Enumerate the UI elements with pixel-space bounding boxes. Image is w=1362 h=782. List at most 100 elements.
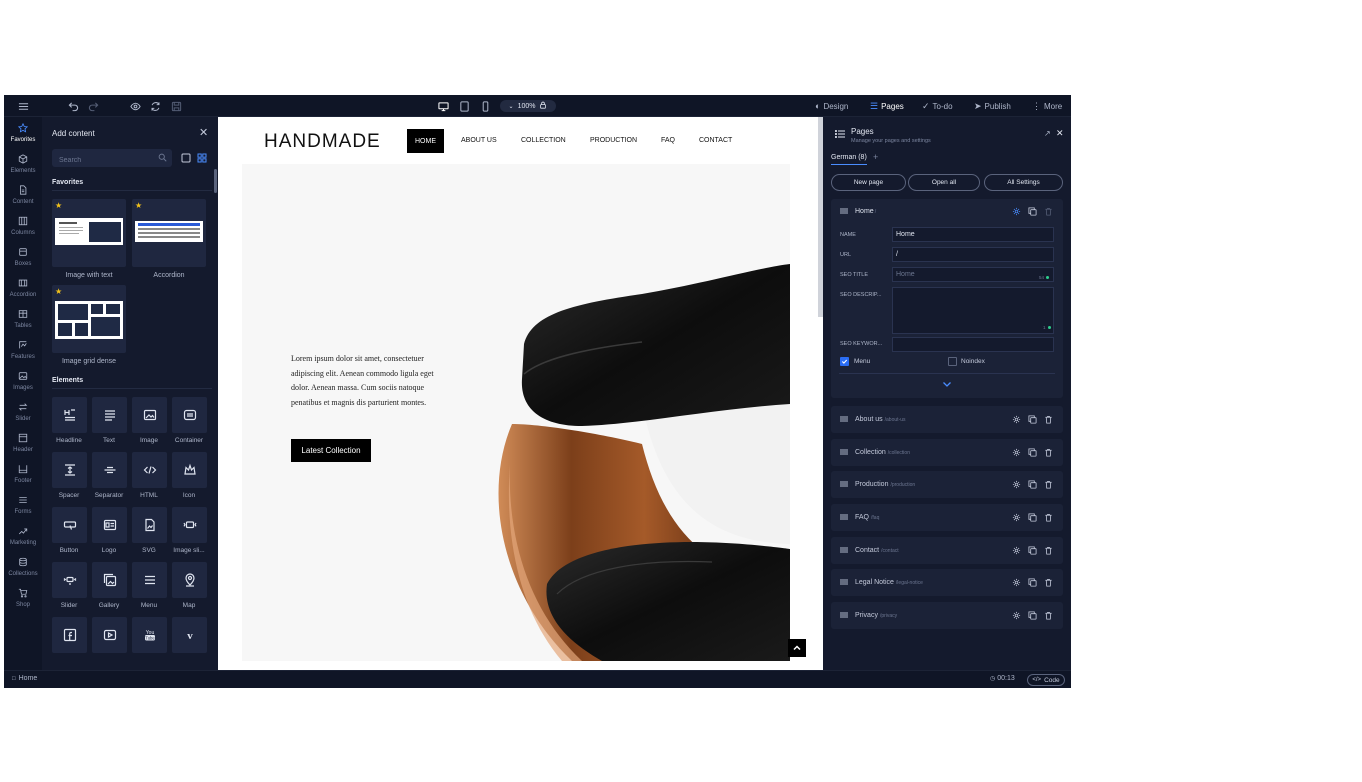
rail-item-header[interactable]: Header (4, 431, 42, 459)
element-tile-container[interactable] (172, 397, 207, 433)
element-tile-html[interactable] (132, 452, 167, 488)
rail-item-tables[interactable]: Tables (4, 307, 42, 335)
copy-icon[interactable] (1028, 578, 1037, 587)
rail-item-slider[interactable]: Slider (4, 400, 42, 428)
redo-icon[interactable] (88, 95, 99, 117)
element-tile-text[interactable] (92, 397, 127, 433)
refresh-icon[interactable] (150, 95, 161, 117)
pages-button[interactable]: ☰ Pages (870, 95, 904, 117)
settings-icon[interactable] (1012, 480, 1021, 489)
rail-item-elements[interactable]: Elements (4, 152, 42, 180)
copy-icon[interactable] (1028, 207, 1037, 216)
trash-icon[interactable] (1044, 513, 1053, 522)
current-page-indicator[interactable]: □ Home (12, 675, 37, 682)
latest-collection-button[interactable]: Latest Collection (291, 439, 371, 462)
page-row-legal-notice[interactable]: Legal Notice/legal-notice (831, 569, 1063, 596)
panel-scrollbar[interactable] (214, 169, 217, 193)
page-name-input[interactable]: Home (892, 227, 1054, 242)
close-icon[interactable]: ✕ (199, 126, 208, 139)
rail-item-accordion[interactable]: Accordion (4, 276, 42, 304)
rail-item-content[interactable]: Content (4, 183, 42, 211)
menu-checkbox[interactable] (840, 357, 849, 366)
star-icon[interactable]: ★ (135, 201, 142, 210)
element-tile-headline[interactable] (52, 397, 87, 433)
rail-item-footer[interactable]: Footer (4, 462, 42, 490)
element-tile-image-slider[interactable] (172, 507, 207, 543)
rail-item-marketing[interactable]: Marketing (4, 524, 42, 552)
more-button[interactable]: ⋮ More (1032, 95, 1062, 117)
seo-title-input[interactable]: Home (892, 267, 1054, 282)
rail-item-forms[interactable]: Forms (4, 493, 42, 521)
page-url-input[interactable]: / (892, 247, 1054, 262)
trash-icon[interactable] (1044, 578, 1053, 587)
hero-section[interactable]: Lorem ipsum dolor sit amet, consectetuer… (242, 164, 790, 661)
rail-item-images[interactable]: Images (4, 369, 42, 397)
element-tile-image[interactable] (132, 397, 167, 433)
drag-handle-icon[interactable] (840, 416, 848, 422)
page-name[interactable]: Legal Notice/legal-notice (855, 579, 923, 586)
search-icon[interactable] (158, 153, 167, 162)
nav-link-about-us[interactable]: ABOUT US (461, 137, 497, 144)
element-tile-youtube[interactable]: You Tube (132, 617, 167, 653)
trash-icon[interactable] (1044, 415, 1053, 424)
all-settings-button[interactable]: All Settings (984, 174, 1063, 191)
trash-icon[interactable] (1044, 611, 1053, 620)
copy-icon[interactable] (1028, 480, 1037, 489)
nav-link-home[interactable]: HOME (407, 129, 444, 153)
grid-view-icon[interactable] (197, 153, 207, 163)
element-tile-vimeo[interactable]: v (172, 617, 207, 653)
element-tile-slider[interactable] (52, 562, 87, 598)
publish-button[interactable]: ➤ Publish (974, 95, 1011, 117)
rail-item-boxes[interactable]: Boxes (4, 245, 42, 273)
page-name[interactable]: About us/about-us (855, 416, 906, 423)
design-button[interactable]: ◐ Design (815, 95, 848, 117)
open-all-button[interactable]: Open all (908, 174, 980, 191)
element-tile-button[interactable] (52, 507, 87, 543)
expand-icon[interactable]: ↗ (1044, 129, 1051, 138)
copy-icon[interactable] (1028, 415, 1037, 424)
rail-item-features[interactable]: Features (4, 338, 42, 366)
tablet-view-icon[interactable] (459, 95, 470, 117)
drag-handle-icon[interactable] (840, 547, 848, 553)
element-tile-logo[interactable] (92, 507, 127, 543)
tab-language-german[interactable]: German (8) (831, 154, 867, 165)
element-tile-facebook[interactable] (52, 617, 87, 653)
search-input[interactable] (52, 151, 152, 170)
rail-item-favorites[interactable]: Favorites (4, 121, 42, 149)
drag-handle-icon[interactable] (840, 208, 848, 214)
favorite-card-accordion[interactable]: ★ (132, 199, 206, 267)
element-tile-icon[interactable] (172, 452, 207, 488)
star-icon[interactable]: ★ (55, 201, 62, 210)
rail-item-shop[interactable]: Shop (4, 586, 42, 614)
settings-icon[interactable] (1012, 578, 1021, 587)
page-row-faq[interactable]: FAQ/faq (831, 504, 1063, 531)
lock-icon[interactable] (539, 101, 547, 111)
settings-icon[interactable] (1012, 448, 1021, 457)
rail-item-collections[interactable]: Collections (4, 555, 42, 583)
element-tile-gallery[interactable] (92, 562, 127, 598)
settings-icon[interactable] (1012, 513, 1021, 522)
copy-icon[interactable] (1028, 611, 1037, 620)
element-tile-menu[interactable] (132, 562, 167, 598)
element-tile-video[interactable] (92, 617, 127, 653)
code-button[interactable]: </> Code (1027, 674, 1065, 686)
settings-icon[interactable] (1012, 415, 1021, 424)
zoom-selector[interactable]: ⌄ 100% (500, 100, 556, 112)
drag-handle-icon[interactable] (840, 514, 848, 520)
drag-handle-icon[interactable] (840, 449, 848, 455)
undo-icon[interactable] (68, 95, 79, 117)
page-name[interactable]: FAQ/faq (855, 514, 879, 521)
page-row-collection[interactable]: Collection/collection (831, 439, 1063, 466)
nav-link-production[interactable]: PRODUCTION (590, 137, 637, 144)
trash-icon[interactable] (1044, 448, 1053, 457)
close-icon[interactable]: ✕ (1056, 128, 1064, 139)
element-tile-separator[interactable] (92, 452, 127, 488)
element-tile-svg[interactable] (132, 507, 167, 543)
site-logo[interactable]: HANDMADE (264, 131, 381, 153)
page-name[interactable]: Privacy/privacy (855, 612, 897, 619)
copy-icon[interactable] (1028, 546, 1037, 555)
rail-item-columns[interactable]: Columns (4, 214, 42, 242)
mobile-view-icon[interactable] (480, 95, 491, 117)
trash-icon[interactable] (1044, 480, 1053, 489)
todo-button[interactable]: ✓ To-do (922, 95, 953, 117)
